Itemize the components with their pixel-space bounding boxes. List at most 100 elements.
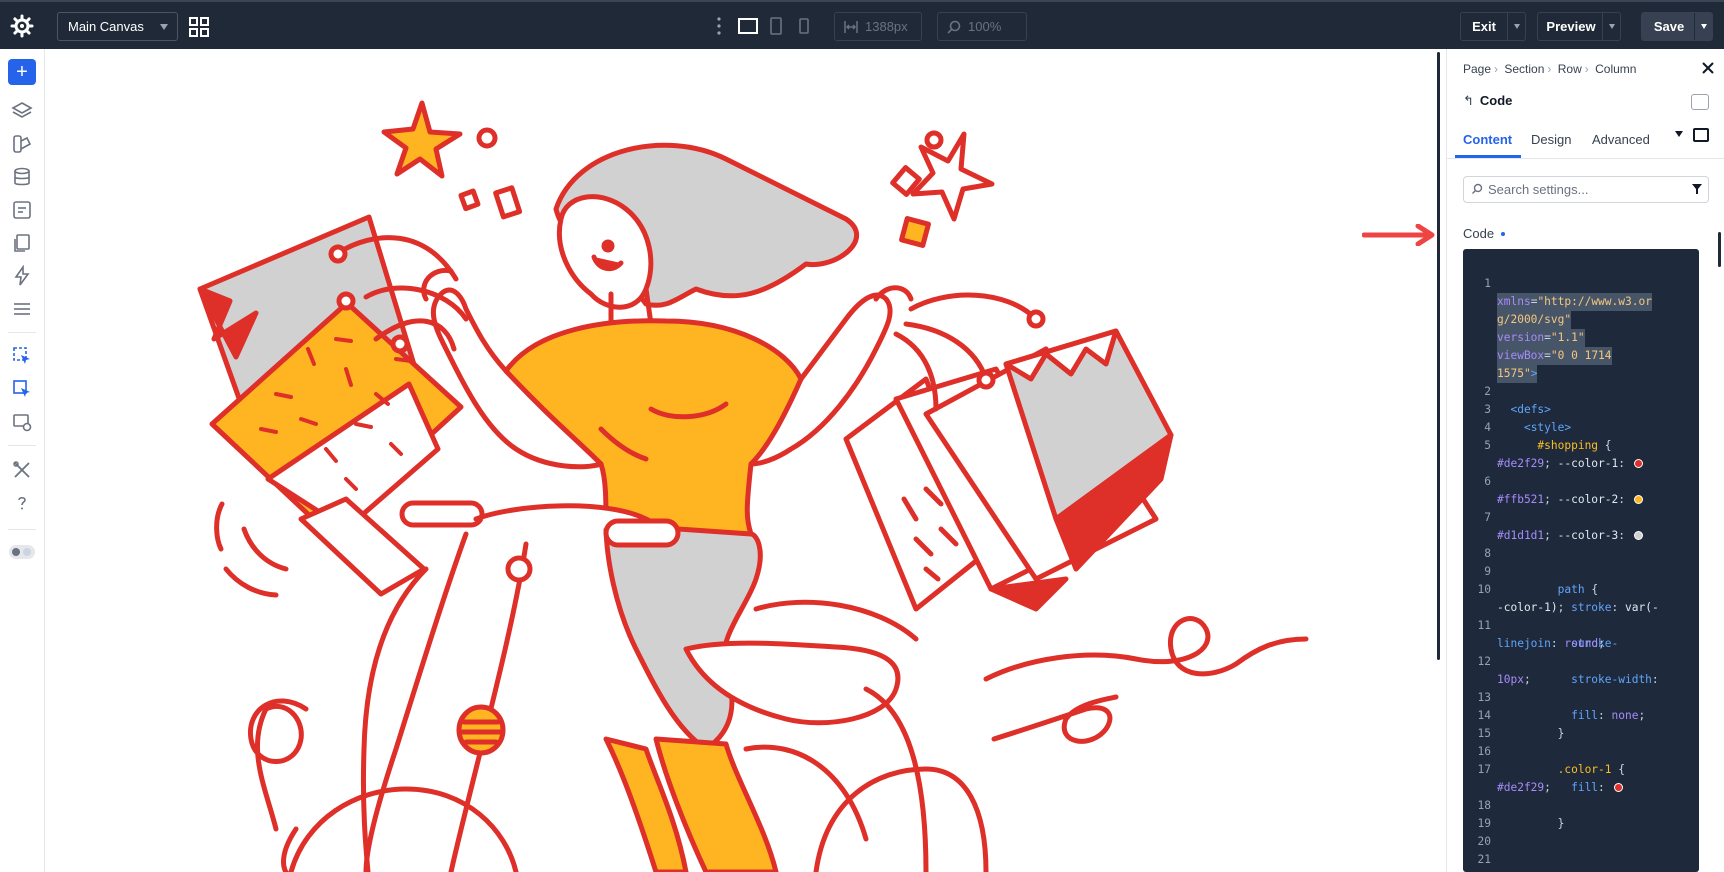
preview-button[interactable]: Preview — [1537, 12, 1621, 41]
code-line: 4 #shopping { — [1484, 421, 1612, 452]
breadcrumb: Page › Section › Row › Column — [1463, 62, 1639, 76]
code-line: 13 fill: none; — [1477, 691, 1646, 722]
code-line: 1575"> — [1463, 347, 1699, 383]
width-icon — [844, 21, 858, 33]
tab-advanced[interactable]: Advanced — [1592, 132, 1650, 147]
add-icon[interactable]: + — [8, 59, 36, 85]
layout-settings-icon[interactable] — [11, 411, 33, 433]
code-line: 16 .color-1 { — [1477, 745, 1625, 776]
lightning-icon[interactable] — [11, 265, 33, 287]
main-canvas[interactable] — [46, 49, 1434, 872]
preview-menu-chevron-icon[interactable] — [1602, 13, 1620, 40]
back-arrow-icon[interactable]: ↰ — [1463, 93, 1474, 108]
chevron-down-icon[interactable] — [1675, 131, 1683, 137]
code-line: 5 --color-1: — [1463, 419, 1699, 470]
code-line: 20 — [1477, 835, 1491, 848]
form-icon[interactable] — [11, 199, 33, 221]
top-toolbar: Main Canvas 1388px 100% Exit Preview Sav… — [0, 0, 1724, 49]
exit-label: Exit — [1472, 19, 1496, 34]
more-icon[interactable] — [716, 16, 722, 36]
code-line: 19 — [1477, 817, 1491, 830]
toolbar-divider — [8, 332, 36, 333]
breadcrumb-section[interactable]: Section — [1504, 62, 1544, 76]
search-icon — [1472, 183, 1483, 194]
code-line: linejoin: round; — [1497, 637, 1605, 650]
code-line: 2 <defs> — [1484, 385, 1551, 416]
desktop-icon[interactable] — [737, 16, 759, 36]
canvas-select[interactable]: Main Canvas — [57, 12, 178, 41]
active-tab-indicator — [1455, 155, 1521, 158]
code-line: 14 } — [1477, 709, 1565, 740]
cursor-select-icon[interactable] — [11, 345, 33, 367]
zoom-value: 100% — [968, 19, 1002, 34]
code-line: 1 <svg id="shopping" — [1463, 257, 1699, 311]
code-line: 7 --color-3: — [1463, 491, 1699, 542]
code-line: #d1d1d1; — [1497, 529, 1551, 542]
toolbar-divider — [8, 445, 36, 446]
module-options-icon[interactable] — [1691, 94, 1709, 110]
code-line: 9 path { — [1484, 565, 1599, 596]
left-toolbar: + — [0, 49, 45, 872]
code-line: xmlns="http://www.w3.or — [1463, 275, 1699, 311]
code-line: 21 .color-2 { — [1477, 853, 1625, 872]
tab-content[interactable]: Content — [1463, 132, 1512, 147]
code-line: 11 stroke- — [1477, 619, 1619, 650]
code-line: 6 --color-2: — [1463, 455, 1699, 506]
code-editor[interactable]: 1 <svg id="shopping" xmlns="http://www.w… — [1463, 249, 1699, 872]
code-line: 10 stroke: var(- — [1477, 583, 1659, 614]
code-line: #de2f29; — [1497, 457, 1551, 470]
code-line: 12 stroke-width: — [1477, 655, 1659, 686]
code-line: 8 — [1484, 547, 1491, 560]
toolbar-divider — [8, 529, 36, 530]
database-icon[interactable] — [11, 166, 33, 188]
modified-indicator — [1501, 232, 1505, 236]
breadcrumb-page[interactable]: Page — [1463, 62, 1491, 76]
save-menu-chevron-icon[interactable] — [1694, 13, 1712, 40]
layers-icon[interactable] — [11, 100, 33, 122]
tools-icon[interactable] — [11, 459, 33, 481]
code-line: 3 <style> — [1484, 403, 1572, 434]
search-settings-input[interactable]: Search settings... — [1463, 176, 1709, 203]
breadcrumb-row[interactable]: Row — [1558, 62, 1582, 76]
code-line: 22 fill: — [1463, 851, 1699, 872]
code-line: #ffb521; — [1497, 493, 1551, 506]
code-line: viewBox="0 0 1714 — [1463, 329, 1699, 365]
breadcrumb-separator-icon: › — [1547, 62, 1552, 76]
phone-icon[interactable] — [796, 16, 812, 36]
breadcrumb-column[interactable]: Column — [1595, 62, 1636, 76]
close-icon[interactable] — [1701, 61, 1715, 75]
arrow-right-icon — [1362, 224, 1435, 246]
save-label: Save — [1653, 19, 1685, 34]
code-line: -color-1); — [1497, 601, 1565, 614]
canvas-select-value: Main Canvas — [68, 19, 144, 34]
tablet-icon[interactable] — [768, 16, 784, 36]
panel-toggle-icon[interactable] — [1693, 128, 1709, 142]
breadcrumb-separator-icon: › — [1494, 62, 1499, 76]
pages-icon[interactable] — [11, 232, 33, 254]
filter-icon[interactable] — [1691, 183, 1703, 195]
width-value: 1388px — [865, 19, 908, 34]
help-icon[interactable] — [11, 492, 33, 514]
code-line: 10px; — [1497, 673, 1531, 686]
code-line: #de2f29; — [1497, 781, 1551, 794]
settings-panel: Page › Section › Row › Column ↰ Code Content… — [1446, 49, 1724, 872]
zoom-icon — [947, 20, 961, 34]
sliders-icon[interactable] — [11, 298, 33, 320]
gear-icon[interactable] — [10, 14, 34, 38]
code-line: 15 — [1477, 727, 1491, 740]
exit-button[interactable]: Exit — [1460, 12, 1526, 41]
mode-toggle[interactable] — [9, 545, 35, 559]
tab-design[interactable]: Design — [1531, 132, 1571, 147]
settings-tabs: Content Design Advanced — [1447, 121, 1724, 159]
zoom-input[interactable]: 100% — [937, 12, 1027, 41]
palette-icon[interactable] — [11, 133, 33, 155]
exit-menu-chevron-icon[interactable] — [1507, 13, 1525, 40]
preview-label: Preview — [1546, 19, 1596, 34]
code-line: g/2000/svg" — [1463, 293, 1699, 329]
panel-scrollbar[interactable] — [1718, 232, 1721, 267]
save-button[interactable]: Save — [1641, 12, 1713, 41]
width-input[interactable]: 1388px — [834, 12, 922, 41]
cursor-multi-icon[interactable] — [11, 378, 33, 400]
canvas-scrollbar[interactable] — [1437, 52, 1440, 660]
grid-icon[interactable] — [188, 16, 210, 38]
